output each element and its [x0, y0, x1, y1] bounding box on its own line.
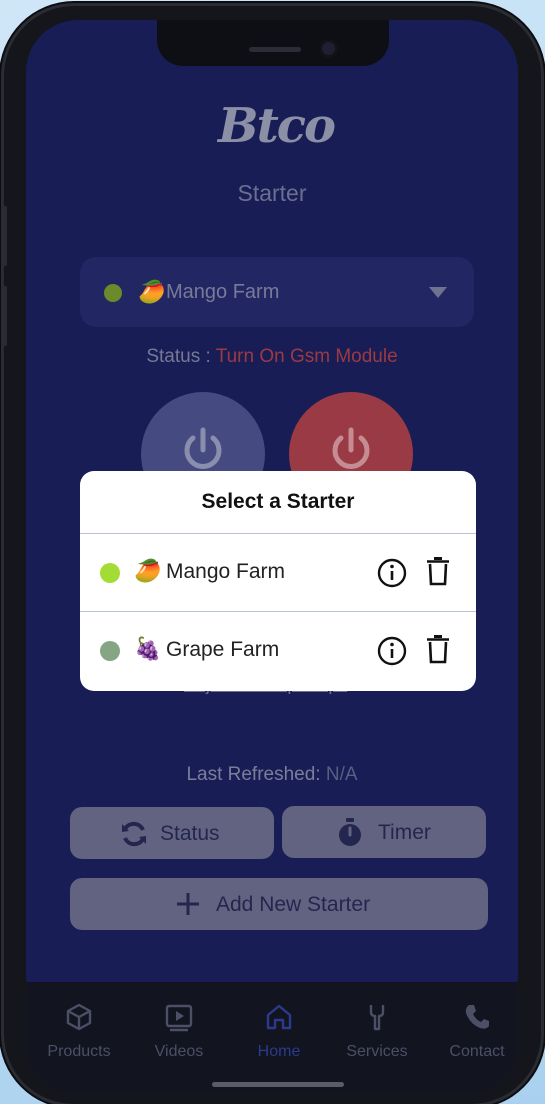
tab-label: Services — [346, 1043, 408, 1060]
status-button-label: Status — [160, 822, 220, 845]
speaker — [249, 47, 301, 52]
app-screen: Btco Starter 🥭 Mango Farm Status : Turn … — [26, 20, 518, 1094]
starter-dropdown[interactable]: 🥭 Mango Farm — [80, 257, 474, 327]
add-button-label: Add New Starter — [216, 893, 371, 916]
stopwatch-icon — [339, 818, 361, 846]
info-icon[interactable] — [377, 636, 407, 666]
phone-frame: Btco Starter 🥭 Mango Farm Status : Turn … — [2, 6, 541, 1104]
last-refreshed-value: N/A — [325, 764, 358, 785]
starter-status-dot — [104, 284, 122, 302]
home-indicator — [212, 1082, 344, 1087]
tab-label: Contact — [449, 1043, 505, 1060]
status-dot — [100, 641, 120, 661]
cube-icon — [66, 1003, 92, 1031]
tab-label: Home — [257, 1043, 301, 1060]
status-refresh-button[interactable]: Status — [70, 807, 274, 859]
home-icon — [266, 1004, 292, 1030]
plus-icon — [177, 893, 199, 915]
power-icon — [184, 427, 222, 469]
tab-services[interactable]: Services — [332, 1002, 422, 1061]
tab-contact[interactable]: Contact — [432, 1002, 518, 1061]
starter-row-mango-farm[interactable]: 🥭 Mango Farm — [80, 534, 476, 610]
status-dot — [100, 563, 120, 583]
brand-logo: Btco — [176, 98, 376, 158]
last-refreshed: Last Refreshed: N/A — [26, 764, 518, 786]
tab-home[interactable]: Home — [234, 1002, 324, 1061]
timer-button[interactable]: Timer — [282, 806, 486, 858]
grape-icon: 🍇 — [134, 636, 162, 661]
status-label: Status : — [146, 346, 211, 367]
volume-button — [2, 206, 7, 266]
wrench-icon — [369, 1005, 385, 1031]
play-icon — [165, 1004, 193, 1032]
starter-name: Grape Farm — [166, 638, 280, 661]
mango-icon: 🥭 — [138, 279, 166, 304]
tab-label: Products — [47, 1043, 111, 1060]
camera — [322, 42, 335, 55]
mango-icon: 🥭 — [134, 558, 162, 583]
phone-icon — [465, 1005, 489, 1029]
tab-products[interactable]: Products — [34, 1002, 124, 1061]
tab-videos[interactable]: Videos — [134, 1002, 224, 1061]
starter-name: Mango Farm — [166, 560, 286, 583]
logo-text: Btco — [218, 98, 336, 154]
selected-starter-label: Mango Farm — [166, 281, 280, 303]
starter-row-grape-farm[interactable]: 🍇 Grape Farm — [80, 612, 476, 688]
trash-icon[interactable] — [426, 634, 450, 664]
page-title: Starter — [237, 180, 307, 206]
last-refreshed-label: Last Refreshed: — [186, 764, 321, 785]
modal-title: Select a Starter — [201, 490, 355, 513]
caret-down-icon — [429, 287, 447, 298]
refresh-icon — [122, 821, 146, 847]
info-icon[interactable] — [377, 558, 407, 588]
timer-button-label: Timer — [378, 821, 431, 844]
status-line: Status : Turn On Gsm Module — [26, 346, 518, 368]
trash-icon[interactable] — [426, 556, 450, 586]
bottom-tab-bar: Products Videos Home Services Contact — [26, 982, 518, 1094]
status-value: Turn On Gsm Module — [215, 346, 398, 367]
volume-button — [2, 286, 7, 346]
tab-label: Videos — [154, 1043, 204, 1060]
notch — [157, 20, 389, 66]
power-icon — [332, 427, 370, 469]
add-new-starter-button[interactable]: Add New Starter — [70, 878, 488, 930]
select-starter-modal: Select a Starter 🥭 Mango Farm 🍇 Grape Fa… — [80, 471, 476, 691]
